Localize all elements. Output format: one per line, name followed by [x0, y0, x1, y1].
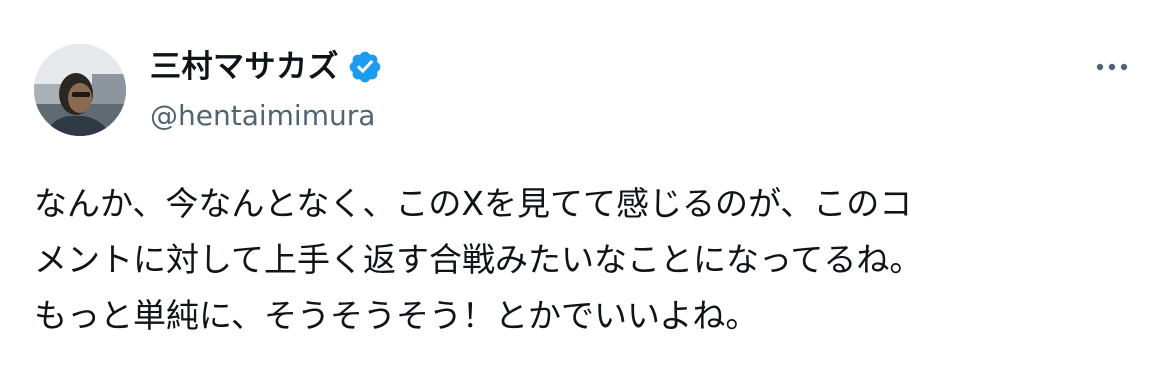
tweet-card: 三村マサカズ @hentaimimura なんか、今なんとなく、このXを見てて感…: [0, 0, 1174, 378]
author-name-row[interactable]: 三村マサカズ: [150, 45, 383, 89]
tweet-text-line: なんか、今なんとなく、このXを見てて感じるのが、このコ: [34, 184, 913, 223]
tweet-text-line: もっと単純に、そうそうそう！とかでいいよね。: [34, 296, 759, 335]
author-display-name[interactable]: 三村マサカズ: [150, 45, 339, 89]
avatar[interactable]: [34, 44, 126, 136]
tweet-text: なんか、今なんとなく、このXを見てて感じるのが、このコ メントに対して上手く返す…: [34, 176, 1154, 344]
tweet-text-line: メントに対して上手く返す合戦みたいなことになってるね。: [34, 240, 923, 279]
verified-badge-icon[interactable]: [347, 49, 383, 85]
more-button[interactable]: [1090, 50, 1134, 84]
more-horizontal-icon: [1096, 63, 1128, 71]
avatar-photo: [34, 44, 126, 136]
author-handle[interactable]: @hentaimimura: [150, 98, 375, 134]
